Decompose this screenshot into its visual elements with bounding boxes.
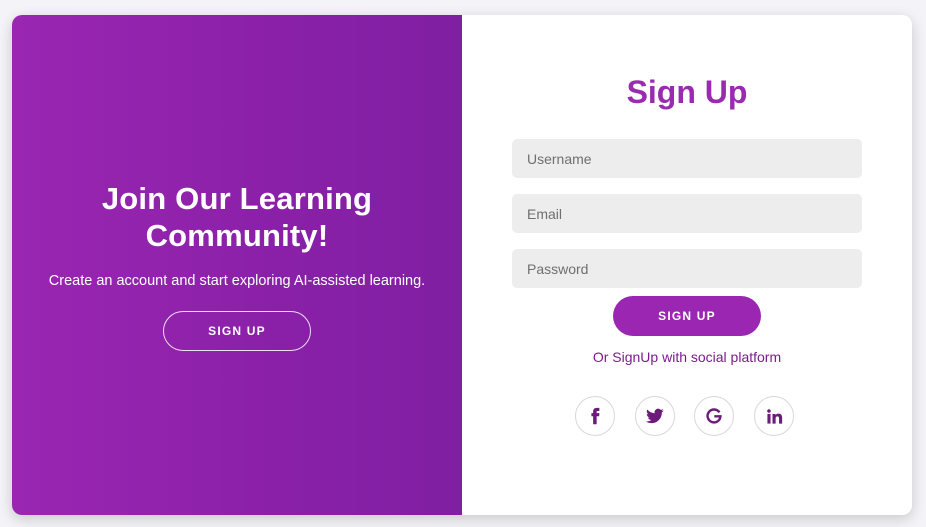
password-field[interactable]: [512, 249, 862, 288]
twitter-icon: [646, 408, 664, 424]
facebook-button[interactable]: [575, 396, 615, 436]
welcome-panel: Join Our Learning Community! Create an a…: [12, 15, 462, 515]
welcome-title: Join Our Learning Community!: [101, 180, 373, 253]
signup-title: Sign Up: [626, 74, 748, 110]
email-field[interactable]: [512, 194, 862, 233]
linkedin-button[interactable]: [754, 396, 794, 436]
username-field[interactable]: [512, 139, 862, 178]
social-signup-text: Or SignUp with social platform: [592, 349, 782, 365]
google-button[interactable]: [694, 396, 734, 436]
facebook-icon: [591, 407, 600, 425]
twitter-button[interactable]: [635, 396, 675, 436]
welcome-description: Create an account and start exploring AI…: [48, 272, 426, 289]
social-buttons: [462, 396, 912, 436]
signup-card: Join Our Learning Community! Create an a…: [12, 15, 912, 515]
google-icon: [706, 408, 722, 424]
signup-form-panel: Sign Up SIGN UP Or SignUp with social pl…: [462, 15, 912, 515]
linkedin-icon: [766, 408, 782, 424]
signup-submit-button[interactable]: SIGN UP: [613, 296, 761, 336]
welcome-signup-button[interactable]: SIGN UP: [163, 310, 311, 351]
